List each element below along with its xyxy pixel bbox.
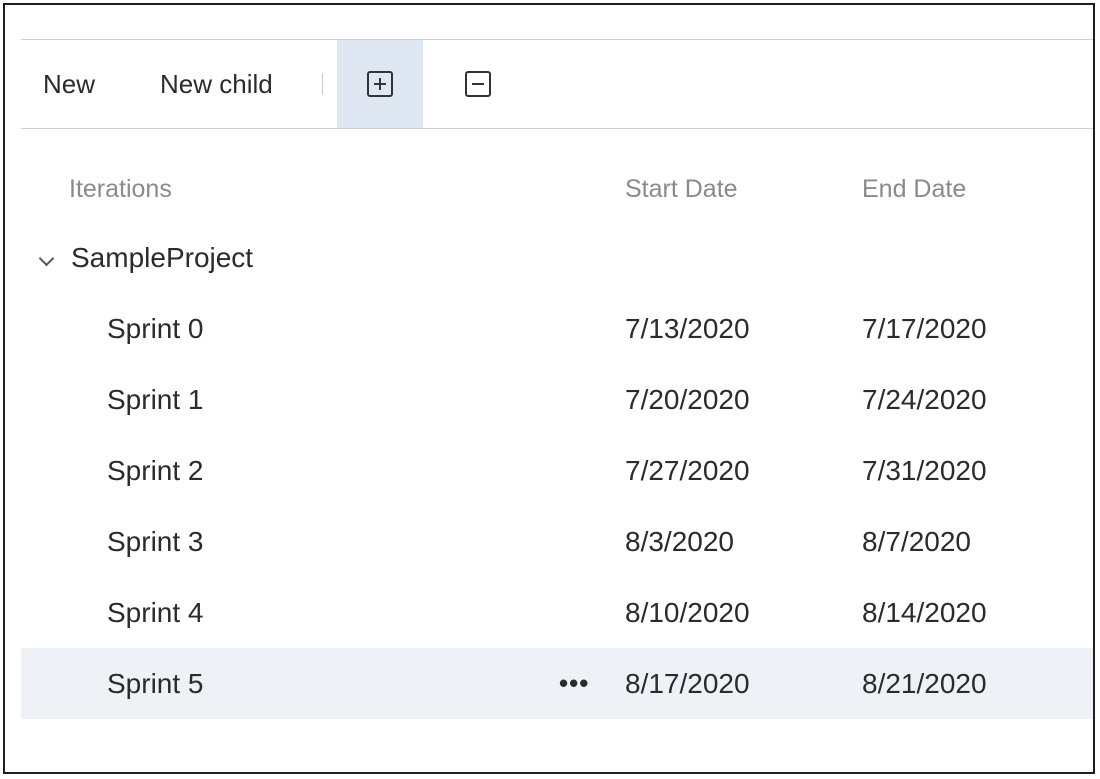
column-header-start-date: Start Date	[625, 175, 738, 203]
iteration-start-date: 8/17/2020	[625, 667, 750, 699]
new-child-button[interactable]: New child	[160, 40, 273, 128]
iteration-list: Sprint 0 7/13/2020 7/17/2020 Sprint 1 7/…	[21, 293, 1093, 719]
iteration-end-date: 7/24/2020	[862, 383, 987, 415]
iteration-row-selected[interactable]: Sprint 5 ••• 8/17/2020 8/21/2020	[21, 648, 1093, 719]
iteration-row[interactable]: Sprint 3 8/3/2020 8/7/2020	[21, 506, 1093, 577]
iteration-start-date: 8/10/2020	[625, 596, 750, 628]
column-header-end-date: End Date	[862, 175, 967, 203]
toolbar: New New child	[21, 39, 1093, 129]
iteration-row[interactable]: Sprint 0 7/13/2020 7/17/2020	[21, 293, 1093, 364]
more-actions-icon[interactable]: •••	[559, 648, 589, 719]
iteration-start-date: 7/27/2020	[625, 454, 750, 486]
iteration-row[interactable]: Sprint 1 7/20/2020 7/24/2020	[21, 364, 1093, 435]
iteration-row[interactable]: Sprint 2 7/27/2020 7/31/2020	[21, 435, 1093, 506]
tree-root-label: SampleProject	[71, 242, 254, 273]
iteration-end-date: 8/14/2020	[862, 596, 987, 628]
iteration-end-date: 8/21/2020	[862, 667, 987, 699]
iteration-name: Sprint 2	[107, 454, 204, 486]
expand-all-icon	[367, 71, 393, 97]
iterations-panel: New New child Iterations Start Date End …	[3, 3, 1095, 774]
tree-root-row[interactable]: SampleProject	[21, 223, 1093, 293]
toolbar-separator	[322, 73, 323, 95]
iteration-name: Sprint 3	[107, 525, 204, 557]
iteration-name: Sprint 5	[107, 667, 204, 699]
column-header-iterations: Iterations	[69, 175, 172, 203]
expand-all-button[interactable]	[337, 40, 423, 128]
iteration-name: Sprint 1	[107, 383, 204, 415]
new-button[interactable]: New	[43, 40, 95, 128]
iteration-start-date: 8/3/2020	[625, 525, 734, 557]
iteration-start-date: 7/20/2020	[625, 383, 750, 415]
iteration-name: Sprint 4	[107, 596, 204, 628]
chevron-down-icon[interactable]	[38, 250, 55, 267]
iteration-name: Sprint 0	[107, 312, 204, 344]
iteration-end-date: 7/31/2020	[862, 454, 987, 486]
iteration-end-date: 7/17/2020	[862, 312, 987, 344]
iteration-row[interactable]: Sprint 4 8/10/2020 8/14/2020	[21, 577, 1093, 648]
collapse-all-icon	[465, 71, 491, 97]
iteration-end-date: 8/7/2020	[862, 525, 971, 557]
iteration-start-date: 7/13/2020	[625, 312, 750, 344]
collapse-all-button[interactable]	[435, 40, 521, 128]
